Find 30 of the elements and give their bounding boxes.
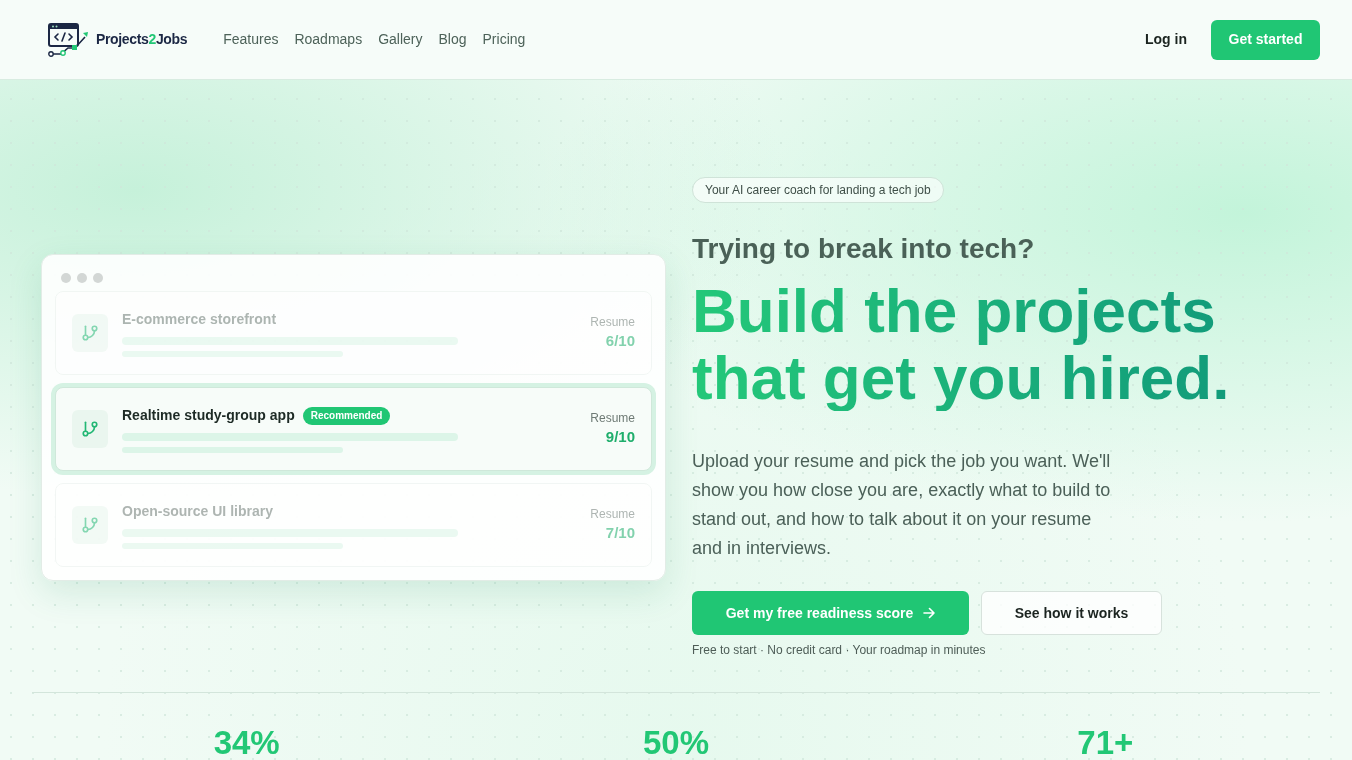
stat-value: 71+ bbox=[1077, 726, 1134, 759]
logo-icon bbox=[48, 22, 90, 57]
stat-value: 50% bbox=[642, 726, 709, 759]
resume-score: 7/10 bbox=[605, 523, 635, 543]
tagline-pill: Your AI career coach for landing a tech job bbox=[692, 177, 944, 203]
project-title: Open-source UI library bbox=[122, 502, 273, 521]
how-it-works-button[interactable]: See how it works bbox=[981, 591, 1162, 635]
recommended-badge: Recommended bbox=[302, 406, 391, 425]
score-label: Resume bbox=[590, 314, 635, 330]
kicker-heading: Trying to break into tech? bbox=[692, 232, 1036, 266]
arrow-right-icon bbox=[923, 607, 936, 619]
nav-link[interactable]: Blog bbox=[438, 29, 467, 50]
score-label: Resume bbox=[590, 410, 635, 426]
score-label: Resume bbox=[590, 506, 635, 522]
logo-text[interactable]: Projects2Jobs bbox=[96, 29, 188, 50]
branch-icon bbox=[72, 314, 108, 352]
login-link[interactable]: Log in bbox=[1145, 29, 1187, 50]
branch-icon bbox=[72, 506, 108, 544]
project-title: E-commerce storefront bbox=[122, 310, 277, 329]
hero-description: Upload your resume and pick the job you want. We'll show you how close you are, exactly what to build to stand out, and how to talk about it on your resume and in interviews. bbox=[692, 450, 1112, 560]
nav-link[interactable]: Roadmaps bbox=[294, 29, 363, 50]
project-title: Realtime study-group app bbox=[122, 406, 295, 425]
resume-score: 9/10 bbox=[605, 427, 635, 447]
nav-link[interactable]: Pricing bbox=[482, 29, 526, 50]
branch-icon bbox=[72, 410, 108, 448]
resume-score: 6/10 bbox=[605, 331, 635, 351]
nav-link[interactable]: Features bbox=[223, 29, 279, 50]
nav-link[interactable]: Gallery bbox=[378, 29, 423, 50]
stat-value: 34% bbox=[213, 726, 280, 759]
signup-note: Free to start · No credit card · Your roadmap in minutes bbox=[692, 642, 987, 658]
